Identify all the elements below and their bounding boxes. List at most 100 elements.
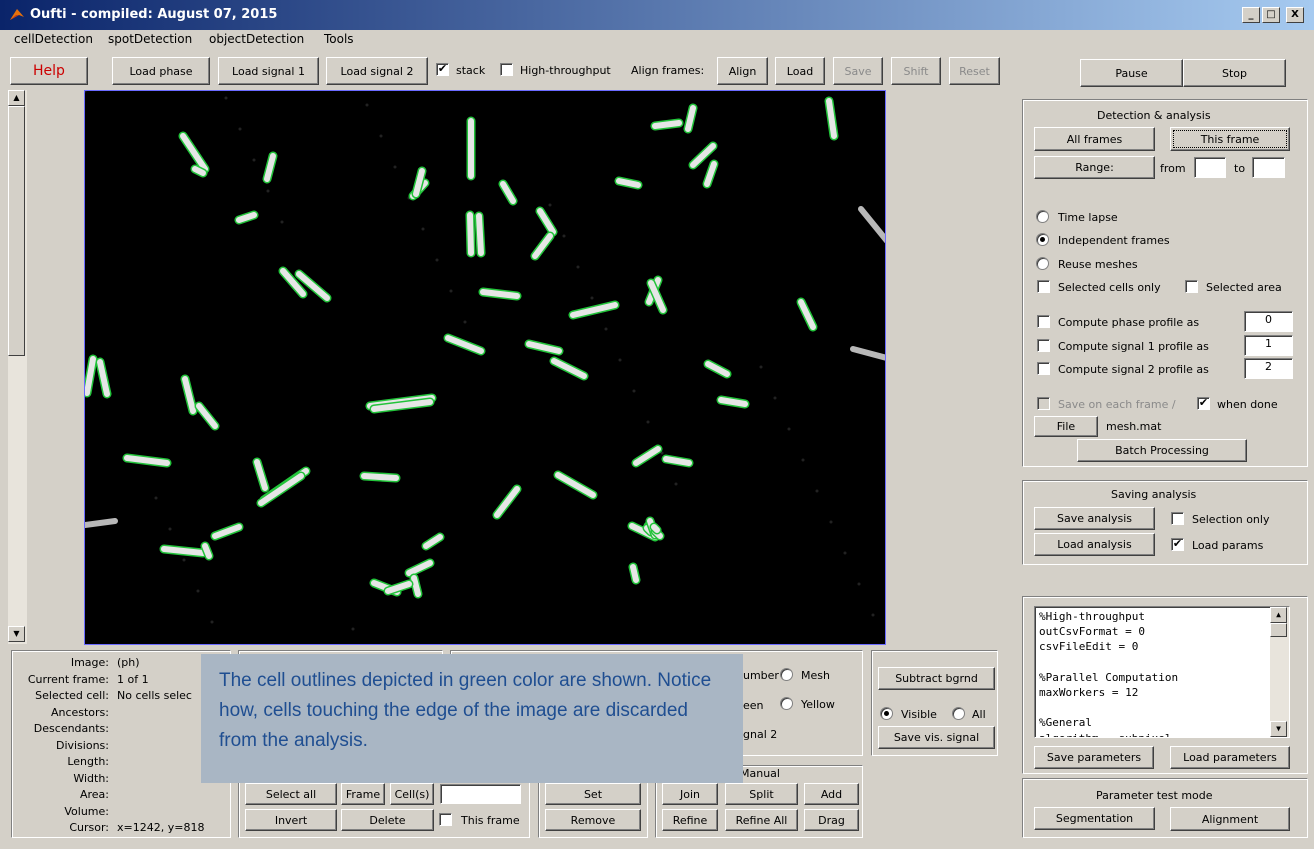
file-button[interactable]: File xyxy=(1034,416,1098,437)
when-done-label: when done xyxy=(1217,398,1278,411)
pause-button[interactable]: Pause xyxy=(1080,59,1183,87)
this-frame-checkbox[interactable] xyxy=(439,813,452,826)
microscopy-image[interactable] xyxy=(84,90,886,645)
background-speckle xyxy=(182,558,186,562)
all-frames-button[interactable]: All frames xyxy=(1034,127,1155,151)
scroll-thumb[interactable] xyxy=(8,106,25,356)
load-parameters-button[interactable]: Load parameters xyxy=(1170,746,1290,769)
stack-checkbox[interactable]: ✔ xyxy=(436,63,449,76)
load-button[interactable]: Load xyxy=(775,57,825,85)
background-speckle xyxy=(449,289,453,293)
yellow-radio[interactable] xyxy=(780,697,793,710)
compute-signal2-input[interactable]: 2 xyxy=(1244,358,1293,379)
when-done-checkbox[interactable]: ✔ xyxy=(1197,397,1210,410)
alignment-button[interactable]: Alignment xyxy=(1170,807,1290,831)
batch-processing-button[interactable]: Batch Processing xyxy=(1077,439,1247,462)
selection-only-checkbox[interactable] xyxy=(1171,512,1184,525)
all-radio[interactable] xyxy=(952,707,965,720)
params-scroll-up-icon[interactable]: ▲ xyxy=(1270,607,1287,623)
stop-button[interactable]: Stop xyxy=(1183,59,1286,87)
cell-outlines xyxy=(85,91,885,631)
selected-cells-only-checkbox[interactable] xyxy=(1037,280,1050,293)
save-button[interactable]: Save xyxy=(833,57,883,85)
params-scrollbar[interactable]: ▲ ▼ xyxy=(1270,607,1289,737)
menu-object-detection[interactable]: objectDetection xyxy=(209,32,304,46)
help-button[interactable]: Help xyxy=(10,57,88,85)
cell-body xyxy=(480,289,520,299)
selected-area-checkbox[interactable] xyxy=(1185,280,1198,293)
background-speckle xyxy=(393,165,397,169)
compute-signal1-checkbox[interactable] xyxy=(1037,339,1050,352)
menu-cell-detection[interactable]: cellDetection xyxy=(14,32,93,46)
param-line: %Parallel Computation xyxy=(1039,670,1179,684)
compute-phase-input[interactable]: 0 xyxy=(1244,311,1293,332)
number-label: umber xyxy=(743,669,779,682)
time-lapse-radio[interactable] xyxy=(1036,210,1049,223)
range-to-input[interactable] xyxy=(1252,157,1285,178)
high-throughput-checkbox[interactable] xyxy=(500,63,513,76)
select-all-button[interactable]: Select all xyxy=(245,783,337,805)
cells-input[interactable] xyxy=(440,784,521,804)
load-params-checkbox[interactable]: ✔ xyxy=(1171,538,1184,551)
subtract-bgrnd-button[interactable]: Subtract bgrnd xyxy=(878,667,995,690)
scroll-up-icon[interactable]: ▲ xyxy=(8,90,25,106)
mesh-radio[interactable] xyxy=(780,668,793,681)
params-scroll-down-icon[interactable]: ▼ xyxy=(1270,721,1287,737)
independent-frames-radio[interactable] xyxy=(1036,233,1049,246)
cells-button[interactable]: Cell(s) xyxy=(390,783,434,805)
maximize-button[interactable]: □ xyxy=(1262,7,1280,23)
cell-body xyxy=(718,397,748,407)
join-button[interactable]: Join xyxy=(662,783,718,805)
background-speckle xyxy=(154,496,158,500)
info-label: Length: xyxy=(67,755,109,768)
load-analysis-button[interactable]: Load analysis xyxy=(1034,533,1155,556)
window-title: Oufti - compiled: August 07, 2015 xyxy=(30,7,278,22)
refine-all-button[interactable]: Refine All xyxy=(725,809,798,831)
info-label: Volume: xyxy=(64,804,109,818)
save-each-frame-checkbox[interactable] xyxy=(1037,397,1050,410)
load-phase-button[interactable]: Load phase xyxy=(112,57,210,85)
parameters-textbox[interactable]: %High-throughput outCsvFormat = 0 csvFileE… xyxy=(1034,606,1290,738)
frame-button[interactable]: Frame xyxy=(341,783,385,805)
minimize-button[interactable]: _ xyxy=(1242,7,1260,23)
save-vis-signal-button[interactable]: Save vis. signal xyxy=(878,726,995,749)
invert-button[interactable]: Invert xyxy=(245,809,337,831)
background-speckle xyxy=(787,427,791,431)
delete-button[interactable]: Delete xyxy=(341,809,434,831)
range-from-input[interactable] xyxy=(1194,157,1226,178)
background-speckle xyxy=(857,582,861,586)
this-frame-button[interactable]: This frame xyxy=(1170,127,1290,151)
menu-spot-detection[interactable]: spotDetection xyxy=(108,32,192,46)
refine-button[interactable]: Refine xyxy=(662,809,718,831)
load-signal2-button[interactable]: Load signal 2 xyxy=(326,57,428,85)
cell-body xyxy=(858,206,885,244)
segmentation-button[interactable]: Segmentation xyxy=(1034,807,1155,830)
remove-button[interactable]: Remove xyxy=(545,809,641,831)
save-parameters-button[interactable]: Save parameters xyxy=(1034,746,1154,769)
shift-button[interactable]: Shift xyxy=(891,57,941,85)
add-button[interactable]: Add xyxy=(804,783,859,805)
cell-body xyxy=(423,534,443,549)
save-analysis-button[interactable]: Save analysis xyxy=(1034,507,1155,530)
manual-title: Manual xyxy=(740,767,780,780)
reuse-meshes-radio[interactable] xyxy=(1036,257,1049,270)
reset-button[interactable]: Reset xyxy=(949,57,1000,85)
align-button[interactable]: Align xyxy=(717,57,768,85)
scroll-down-icon[interactable]: ▼ xyxy=(8,626,25,642)
frame-scrollbar[interactable]: ▲ ▼ xyxy=(8,90,27,644)
info-label: Area: xyxy=(79,788,109,801)
compute-signal2-checkbox[interactable] xyxy=(1037,362,1050,375)
params-scroll-thumb[interactable] xyxy=(1270,623,1287,637)
drag-button[interactable]: Drag xyxy=(804,809,859,831)
close-button[interactable]: X xyxy=(1286,7,1304,23)
cell-body xyxy=(85,518,118,528)
menu-tools[interactable]: Tools xyxy=(324,32,354,46)
split-button[interactable]: Split xyxy=(725,783,798,805)
range-button[interactable]: Range: xyxy=(1034,156,1155,179)
compute-signal1-input[interactable]: 1 xyxy=(1244,335,1293,356)
compute-phase-checkbox[interactable] xyxy=(1037,315,1050,328)
set-button[interactable]: Set xyxy=(545,783,641,805)
visible-radio[interactable] xyxy=(880,707,893,720)
info-label: Current frame: xyxy=(27,672,109,686)
load-signal1-button[interactable]: Load signal 1 xyxy=(218,57,319,85)
